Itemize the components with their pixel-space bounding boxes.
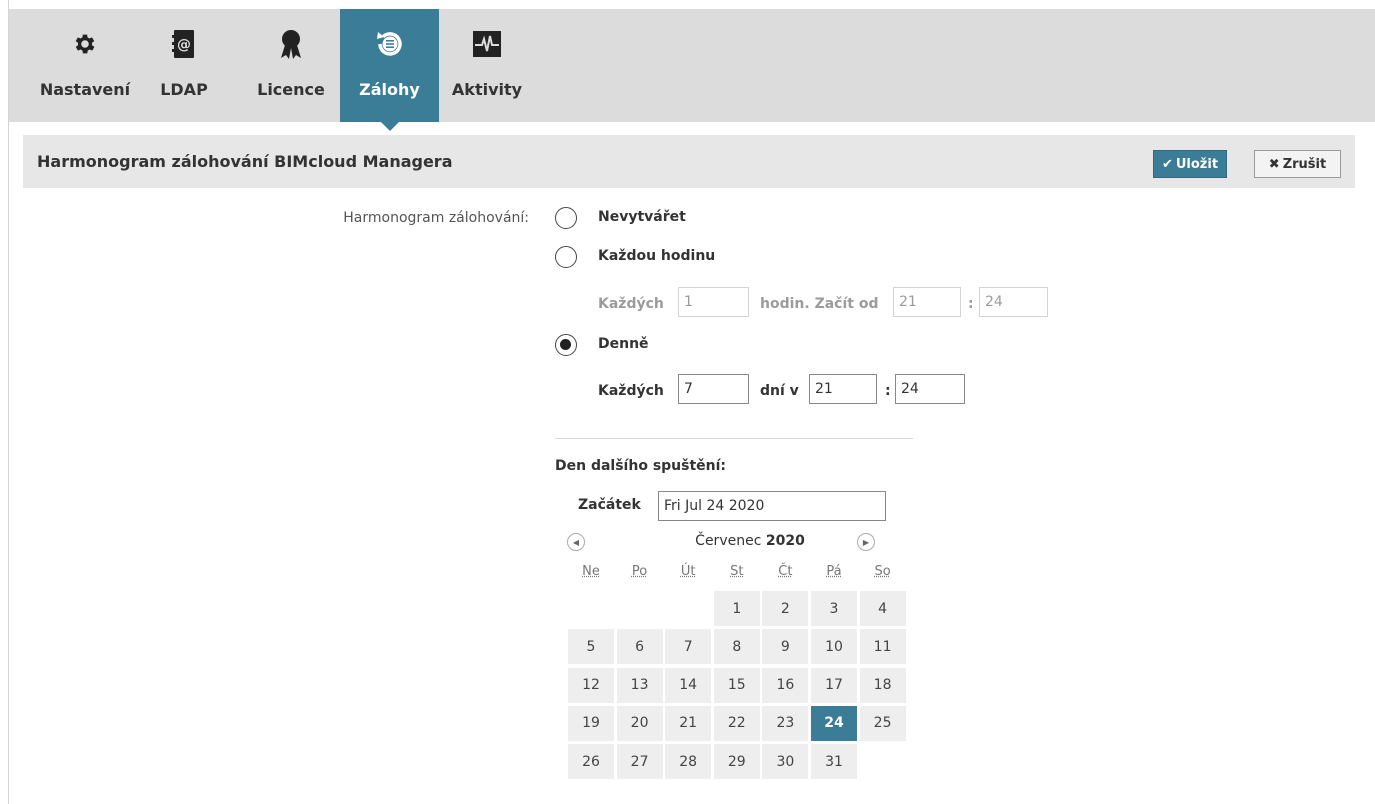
calendar-day[interactable]: 3 [811, 591, 857, 626]
panel-header: Harmonogram zálohování BIMcloud Managera… [23, 135, 1355, 188]
hourly-minute-input[interactable] [979, 287, 1048, 317]
schedule-label: Harmonogram zálohování: [343, 210, 529, 226]
calendar-year: 2020 [765, 533, 805, 549]
calendar-day[interactable]: 20 [616, 705, 663, 741]
calendar-day[interactable]: 19 [568, 705, 614, 741]
calendar-day[interactable]: 27 [616, 744, 663, 780]
address-book-icon: @ [149, 27, 219, 61]
calendar-day[interactable]: 26 [568, 744, 614, 780]
save-button[interactable]: ✔ Uložit [1153, 150, 1227, 178]
calendar-day-selected[interactable]: 24 [811, 705, 857, 741]
calendar-day[interactable]: 15 [713, 667, 760, 703]
page-title: Harmonogram zálohování BIMcloud Managera [37, 152, 453, 171]
daily-at-label: dní v [760, 383, 799, 399]
calendar-day[interactable]: 17 [811, 667, 857, 703]
daily-every-input[interactable] [678, 374, 749, 404]
checkmark-icon: ✔ [1161, 156, 1173, 172]
top-navigation: Nastavení @ LDAP Licence Zálohy Aktivity [9, 9, 1375, 131]
radio-daily[interactable] [555, 334, 577, 356]
daily-minute-input[interactable] [895, 374, 965, 404]
calendar-day[interactable]: 2 [762, 591, 809, 626]
calendar-day[interactable]: 11 [859, 629, 906, 665]
calendar-day[interactable]: 12 [568, 667, 614, 703]
calendar-day[interactable]: 6 [616, 629, 663, 665]
daily-hour-input[interactable] [809, 374, 877, 404]
calendar-month: Červenec [695, 533, 762, 549]
divider [555, 438, 913, 439]
calendar-day[interactable]: 1 [713, 591, 760, 626]
calendar-day[interactable]: 4 [859, 591, 906, 626]
hourly-start-label: hodin. Začít od [760, 296, 879, 312]
tab-aktivity[interactable]: Aktivity [441, 9, 533, 122]
tab-label: Zálohy [359, 80, 420, 99]
calendar-day[interactable]: 10 [811, 629, 857, 665]
start-label: Začátek [578, 497, 641, 513]
hourly-colon: : [968, 296, 974, 312]
tab-label: Aktivity [451, 80, 523, 99]
save-label: Uložit [1175, 156, 1219, 172]
calendar-day[interactable]: 21 [665, 705, 712, 741]
gear-icon [29, 27, 141, 61]
hourly-every-input[interactable] [678, 287, 749, 317]
radio-never[interactable] [555, 207, 577, 229]
tab-label: LDAP [160, 80, 208, 99]
tab-nastaveni[interactable]: Nastavení [29, 9, 141, 122]
calendar-day[interactable]: 28 [665, 744, 712, 780]
start-date-input[interactable] [658, 491, 886, 521]
calendar-title: Červenec 2020 [650, 533, 850, 549]
hourly-every-label: Každých [598, 296, 664, 312]
weekday-header: Po [631, 564, 648, 579]
calendar-day[interactable]: 16 [762, 667, 809, 703]
weekday-header: Čt [778, 564, 793, 579]
activity-icon [441, 27, 533, 61]
calendar-day[interactable]: 31 [811, 744, 857, 780]
calendar-day[interactable]: 14 [665, 667, 712, 703]
weekday-header: Pá [826, 564, 842, 579]
weekday-header: St [730, 564, 744, 579]
backup-icon [340, 27, 439, 61]
weekday-header: Ne [582, 564, 600, 579]
calendar-day[interactable]: 5 [568, 629, 614, 665]
calendar-day[interactable]: 9 [762, 629, 809, 665]
tab-ldap[interactable]: @ LDAP [149, 9, 219, 122]
svg-text:@: @ [177, 37, 191, 53]
prev-month-icon[interactable]: ◀ [567, 533, 585, 551]
calendar-day[interactable]: 23 [762, 705, 809, 741]
daily-every-label: Každých [598, 383, 664, 399]
weekday-header: Út [680, 564, 696, 579]
calendar-day[interactable]: 18 [859, 667, 906, 703]
hourly-hour-input[interactable] [893, 287, 961, 317]
next-month-icon[interactable]: ▶ [857, 533, 875, 551]
tab-licence[interactable]: Licence [247, 9, 335, 122]
tab-label: Licence [257, 80, 325, 99]
calendar-day[interactable]: 25 [859, 705, 906, 741]
cancel-button[interactable]: ✖ Zrušit [1254, 150, 1341, 178]
calendar-day[interactable]: 22 [713, 705, 760, 741]
next-run-heading: Den dalšího spuštění: [555, 458, 727, 474]
tab-zalohy[interactable]: Zálohy [340, 9, 439, 131]
weekday-header: So [874, 564, 891, 579]
option-daily-label: Denně [598, 336, 649, 352]
calendar-day[interactable]: 8 [713, 629, 760, 665]
option-never-label: Nevytvářet [598, 209, 686, 225]
cancel-label: Zrušit [1282, 156, 1327, 172]
calendar-day[interactable]: 13 [616, 667, 663, 703]
radio-hourly[interactable] [555, 246, 577, 268]
daily-colon: : [885, 383, 891, 399]
calendar-day[interactable]: 29 [713, 744, 760, 780]
option-hourly-label: Každou hodinu [598, 248, 716, 264]
calendar-day[interactable]: 30 [762, 744, 809, 780]
calendar-day[interactable]: 7 [665, 629, 712, 665]
close-icon: ✖ [1268, 156, 1280, 172]
tab-label: Nastavení [39, 80, 131, 99]
award-icon [247, 27, 335, 61]
